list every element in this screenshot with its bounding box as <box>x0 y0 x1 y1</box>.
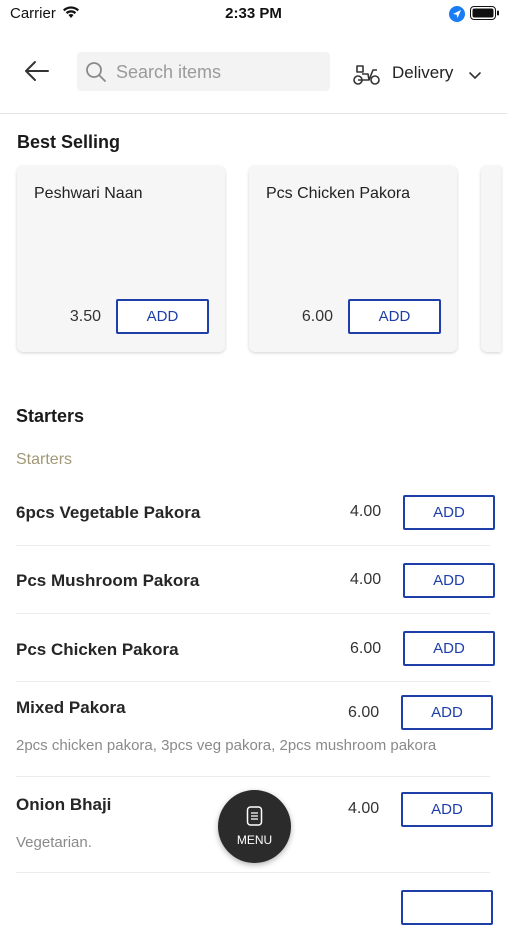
best-selling-card[interactable]: Pcs Chicken Pakora 6.00 ADD <box>249 166 457 352</box>
best-selling-card[interactable]: Peshwari Naan 3.50 ADD <box>17 166 225 352</box>
add-button[interactable]: ADD <box>116 299 209 334</box>
item-price: 6.00 <box>350 640 382 657</box>
add-button[interactable]: ADD <box>403 495 495 530</box>
scooter-icon <box>352 62 382 91</box>
item-price: 3.50 <box>69 308 101 325</box>
back-arrow-icon <box>25 61 49 81</box>
item-name: Mixed Pakora <box>16 698 126 717</box>
menu-book-icon <box>246 806 263 831</box>
subcategory-label: Starters <box>16 451 73 468</box>
item-name: Onion Bhaji <box>16 795 112 814</box>
list-item[interactable]: Pcs Chicken Pakora 6.00 ADD <box>16 631 495 671</box>
starters-title: Starters <box>16 406 85 426</box>
search-icon <box>85 61 107 88</box>
search-placeholder: Search items <box>116 62 222 82</box>
battery-icon <box>470 6 500 25</box>
item-name: Pcs Chicken Pakora <box>266 185 411 202</box>
item-price: 4.00 <box>350 571 382 588</box>
chevron-down-icon <box>468 68 482 86</box>
item-price: 6.00 <box>301 308 333 325</box>
delivery-label: Delivery <box>392 63 454 82</box>
item-name: 6pcs Vegetable Pakora <box>16 503 201 522</box>
item-name: Pcs Mushroom Pakora <box>16 571 200 590</box>
add-button[interactable] <box>401 890 493 925</box>
item-name: Peshwari Naan <box>34 185 143 202</box>
list-item[interactable]: Pcs Mushroom Pakora 4.00 ADD <box>16 563 495 603</box>
location-icon <box>449 6 465 27</box>
item-price: 6.00 <box>348 704 380 721</box>
divider <box>16 613 490 614</box>
menu-button[interactable]: MENU <box>218 790 291 863</box>
search-input[interactable]: Search items <box>77 52 330 91</box>
best-selling-card-partial[interactable] <box>481 166 501 352</box>
add-button[interactable]: ADD <box>403 631 495 666</box>
divider <box>16 545 490 546</box>
divider <box>16 776 490 777</box>
list-item[interactable]: 6pcs Vegetable Pakora 4.00 ADD <box>16 495 495 535</box>
divider <box>16 872 490 873</box>
best-selling-title: Best Selling <box>17 132 121 152</box>
menu-label: MENU <box>236 833 273 847</box>
status-bar: Carrier 2:33 PM <box>0 0 507 30</box>
item-price: 4.00 <box>350 503 382 520</box>
item-price: 4.00 <box>348 800 380 817</box>
add-button[interactable]: ADD <box>348 299 441 334</box>
add-button[interactable]: ADD <box>401 695 493 730</box>
top-bar: Search items Delivery <box>0 34 507 114</box>
divider <box>16 681 490 682</box>
item-description: 2pcs chicken pakora, 3pcs veg pakora, 2p… <box>16 737 437 754</box>
clock: 2:33 PM <box>225 5 282 22</box>
add-button[interactable]: ADD <box>403 563 495 598</box>
item-description: Vegetarian. <box>16 834 92 851</box>
list-item[interactable]: Mixed Pakora 6.00 ADD 2pcs chicken pakor… <box>16 695 493 765</box>
add-button[interactable]: ADD <box>401 792 493 827</box>
back-button[interactable] <box>22 56 52 86</box>
item-name: Pcs Chicken Pakora <box>16 640 179 659</box>
